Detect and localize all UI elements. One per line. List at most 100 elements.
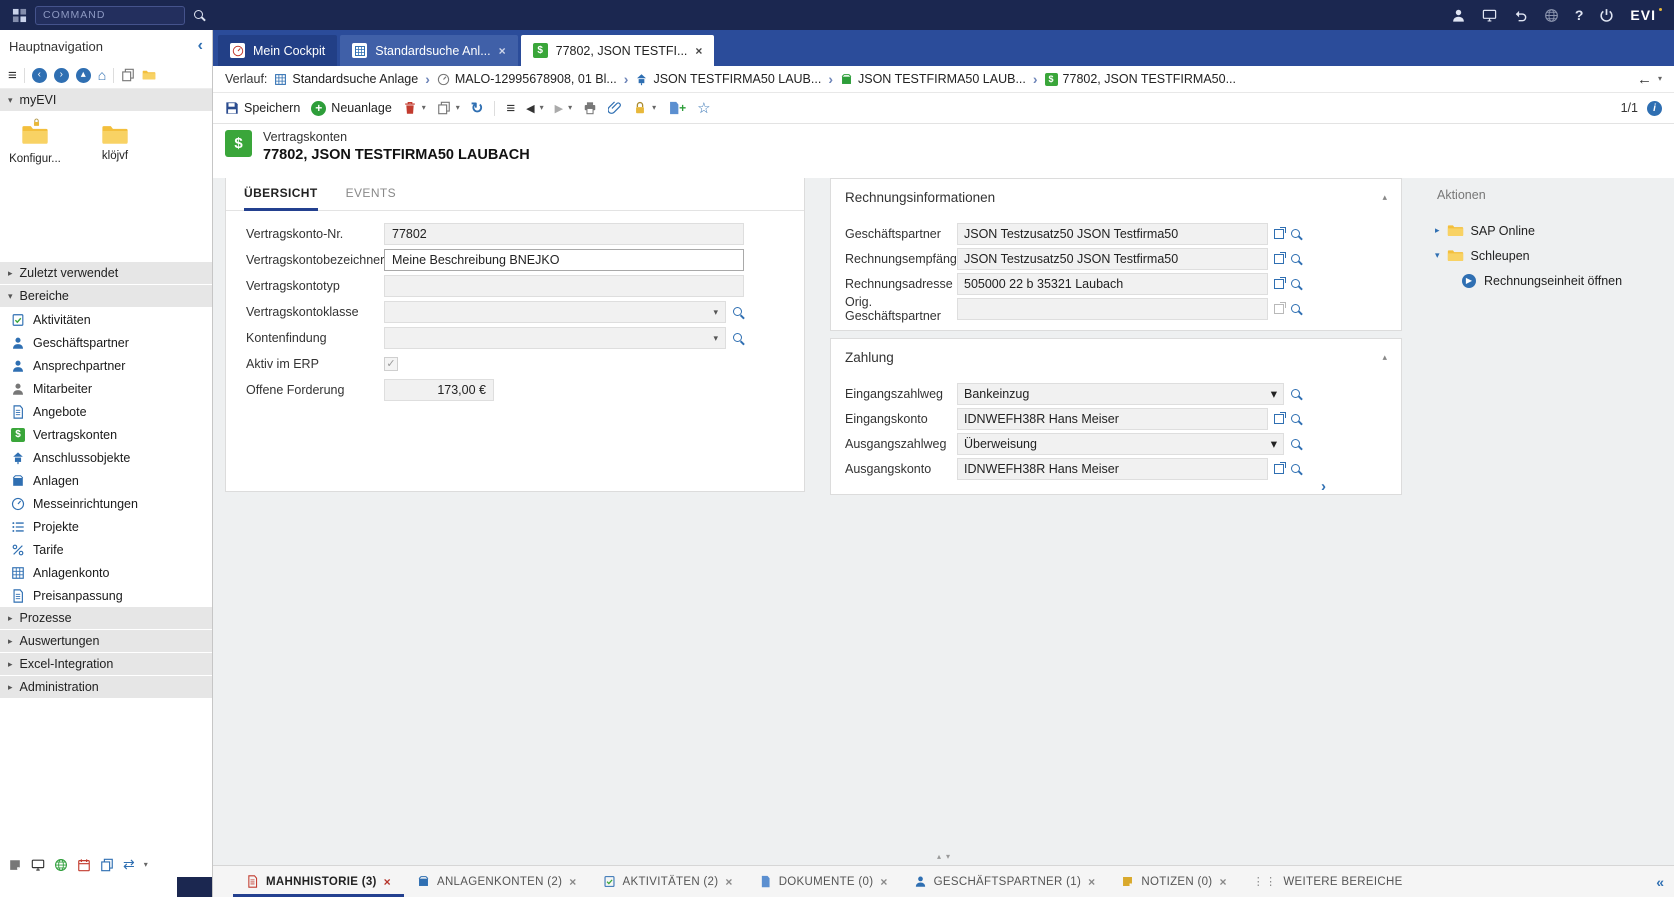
- nav-up-icon[interactable]: ▴: [76, 68, 91, 83]
- orig-geschaeftspartner-field[interactable]: [957, 298, 1268, 320]
- save-button[interactable]: Speichern: [225, 101, 300, 115]
- bottom-tab-notizen[interactable]: NOTIZEN (0) ×: [1108, 866, 1239, 897]
- lookup-search-icon[interactable]: [1290, 278, 1302, 290]
- vertragskontotyp-field[interactable]: [384, 275, 744, 297]
- action-group-schleupen[interactable]: ▾ Schleupen: [1435, 243, 1674, 268]
- undo-icon[interactable]: [1513, 8, 1528, 23]
- user-icon[interactable]: [1451, 8, 1466, 23]
- export-icon[interactable]: [100, 858, 114, 872]
- dropdown-caret-icon[interactable]: ▾: [713, 333, 718, 344]
- tab-vertragskonto-77802[interactable]: $ 77802, JSON TESTFI... ×: [521, 35, 715, 66]
- geschaeftspartner-field[interactable]: JSON Testzusatz50 JSON Testfirma50: [957, 223, 1268, 245]
- sidebar-collapse-icon[interactable]: ‹: [198, 37, 203, 55]
- globe-icon[interactable]: [1544, 8, 1559, 23]
- power-icon[interactable]: [1599, 8, 1614, 23]
- bookmark-add-button[interactable]: +: [667, 101, 686, 115]
- command-input[interactable]: [35, 6, 185, 25]
- help-icon[interactable]: ?: [1575, 7, 1584, 23]
- tabbar-collapse-icon[interactable]: «: [1656, 866, 1664, 897]
- favorite-folder-kloejvf[interactable]: klöjvf: [82, 124, 148, 162]
- breadcrumb-item[interactable]: MALO-12995678908, 01 Bl...: [437, 72, 617, 86]
- history-back-icon[interactable]: ←: [1637, 71, 1652, 88]
- collapse-panel-icon[interactable]: ▴: [1382, 352, 1387, 363]
- rechnungsadresse-field[interactable]: 505000 22 b 35321 Laubach: [957, 273, 1268, 295]
- bottom-tab-geschaeftspartner[interactable]: GESCHÄFTSPARTNER (1) ×: [901, 866, 1109, 897]
- lookup-search-icon[interactable]: [1290, 438, 1302, 450]
- resize-grip[interactable]: [177, 877, 212, 897]
- new-record-button[interactable]: + Neuanlage: [311, 101, 391, 116]
- tab-standardsuche[interactable]: Standardsuche Anl... ×: [340, 35, 517, 66]
- lookup-search-icon[interactable]: [1290, 303, 1302, 315]
- bottom-tab-dokumente[interactable]: DOKUMENTE (0) ×: [746, 866, 901, 897]
- breadcrumb-item[interactable]: JSON TESTFIRMA50 LAUB...: [635, 72, 821, 86]
- panel-expander-icon[interactable]: ›: [1321, 478, 1326, 495]
- section-header-myevi[interactable]: ▾ myEVI: [0, 89, 212, 112]
- tab-close-icon[interactable]: ×: [1219, 875, 1226, 889]
- section-header-zuletzt-verwendet[interactable]: ▸ Zuletzt verwendet: [0, 262, 212, 285]
- globe-icon[interactable]: [54, 858, 68, 872]
- command-search-icon[interactable]: [193, 9, 206, 22]
- open-record-icon[interactable]: [1274, 229, 1284, 239]
- tab-mein-cockpit[interactable]: Mein Cockpit: [218, 35, 337, 66]
- breadcrumb-item[interactable]: $ 77802, JSON TESTFIRMA50...: [1045, 72, 1236, 86]
- eingangskonto-field[interactable]: IDNWEFH38R Hans Meiser: [957, 408, 1268, 430]
- info-icon[interactable]: i: [1647, 101, 1662, 116]
- eingangszahlweg-dropdown[interactable]: Bankeinzug ▾: [957, 383, 1284, 405]
- bottom-tab-mahnhistorie[interactable]: MAHNHISTORIE (3) ×: [233, 866, 404, 897]
- sidebar-item-preisanpassung[interactable]: Preisanpassung: [0, 584, 212, 607]
- lookup-search-icon[interactable]: [732, 332, 744, 344]
- action-rechnungseinheit-oeffnen[interactable]: ▶ Rechnungseinheit öffnen: [1435, 268, 1674, 293]
- list-menu-button[interactable]: ≡: [506, 101, 515, 116]
- caret-down-icon[interactable]: ▾: [1658, 75, 1662, 83]
- sidebar-item-ansprechpartner[interactable]: Ansprechpartner: [0, 354, 212, 377]
- sidebar-item-tarife[interactable]: Tarife: [0, 538, 212, 561]
- tab-close-icon[interactable]: ×: [880, 875, 887, 889]
- open-record-icon[interactable]: [1274, 464, 1284, 474]
- dropdown-caret-icon[interactable]: ▾: [1271, 386, 1277, 401]
- breadcrumb-item[interactable]: JSON TESTFIRMA50 LAUB...: [840, 72, 1026, 86]
- dropdown-caret-icon[interactable]: ▾: [713, 307, 718, 318]
- sidebar-item-anschlussobjekte[interactable]: Anschlussobjekte: [0, 446, 212, 469]
- favorite-folder-konfigur[interactable]: Konfigur...: [2, 124, 68, 165]
- bottom-tab-aktivitaeten[interactable]: AKTIVITÄTEN (2) ×: [590, 866, 746, 897]
- tab-close-icon[interactable]: ×: [384, 875, 391, 889]
- lookup-search-icon[interactable]: [1290, 463, 1302, 475]
- tab-close-icon[interactable]: ×: [569, 875, 576, 889]
- sidebar-item-mitarbeiter[interactable]: Mitarbeiter: [0, 377, 212, 400]
- vertragskontoklasse-dropdown[interactable]: ▾: [384, 301, 726, 323]
- note-icon[interactable]: [8, 858, 22, 872]
- dropdown-caret-icon[interactable]: ▾: [1271, 436, 1277, 451]
- collapse-panel-icon[interactable]: ▴: [1382, 192, 1387, 203]
- section-header-prozesse[interactable]: ▸ Prozesse: [0, 607, 212, 630]
- sidebar-item-geschaeftspartner[interactable]: Geschäftspartner: [0, 331, 212, 354]
- vertragskonto-nr-field[interactable]: 77802: [384, 223, 744, 245]
- monitor-icon[interactable]: [31, 858, 45, 872]
- tab-close-icon[interactable]: ×: [725, 875, 732, 889]
- aktiv-im-erp-checkbox[interactable]: ✓: [384, 357, 398, 371]
- lookup-search-icon[interactable]: [1290, 413, 1302, 425]
- favorite-button[interactable]: ☆: [697, 101, 710, 116]
- sidebar-item-messeinrichtungen[interactable]: Messeinrichtungen: [0, 492, 212, 515]
- bottom-panel-resize-handle[interactable]: ▴ ▾: [937, 852, 950, 861]
- home-icon[interactable]: ⌂: [98, 67, 106, 83]
- bottom-tab-weitere-bereiche[interactable]: ⋮⋮ WEITERE BEREICHE: [1240, 866, 1416, 897]
- kontenfindung-dropdown[interactable]: ▾: [384, 327, 726, 349]
- lookup-search-icon[interactable]: [732, 306, 744, 318]
- ausgangszahlweg-dropdown[interactable]: Überweisung ▾: [957, 433, 1284, 455]
- tab-uebersicht[interactable]: ÜBERSICHT: [244, 178, 318, 211]
- sidebar-item-vertragskonten[interactable]: $ Vertragskonten: [0, 423, 212, 446]
- copy-icon[interactable]: [121, 68, 135, 82]
- lookup-search-icon[interactable]: [1290, 253, 1302, 265]
- sidebar-item-angebote[interactable]: Angebote: [0, 400, 212, 423]
- monitor-icon[interactable]: [1482, 8, 1497, 23]
- sidebar-item-anlagenkonto[interactable]: Anlagenkonto: [0, 561, 212, 584]
- calendar-icon[interactable]: [77, 858, 91, 872]
- open-record-icon[interactable]: [1274, 414, 1284, 424]
- sidebar-menu-icon[interactable]: ≡: [8, 68, 17, 83]
- copy-button[interactable]: ▾: [437, 101, 460, 115]
- sidebar-item-anlagen[interactable]: Anlagen: [0, 469, 212, 492]
- refresh-button[interactable]: ↻: [471, 101, 484, 116]
- section-header-administration[interactable]: ▸ Administration: [0, 676, 212, 699]
- attachment-button[interactable]: [608, 101, 622, 115]
- next-record-button[interactable]: ▶ ▾: [555, 102, 572, 115]
